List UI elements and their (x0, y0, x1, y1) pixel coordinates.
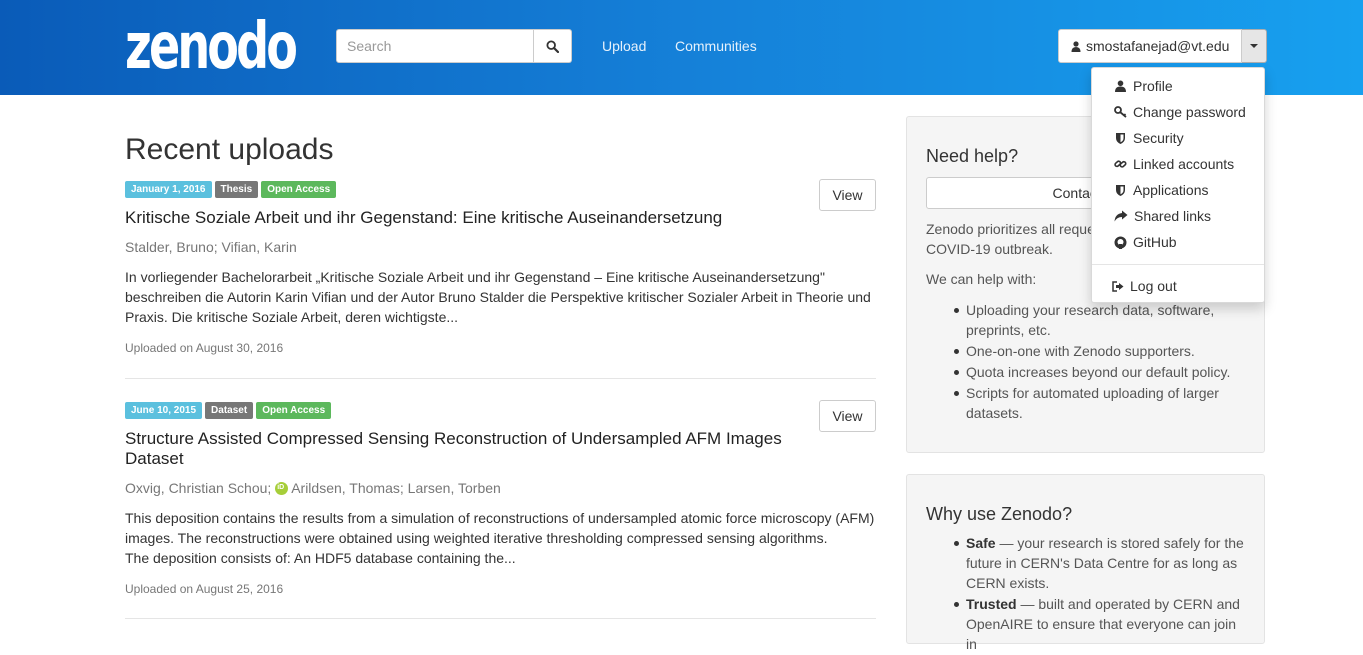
search-input[interactable] (336, 29, 534, 63)
menu-item-label: Profile (1133, 78, 1173, 94)
help-list-item: Scripts for automated uploading of large… (926, 383, 1246, 423)
record-labels: January 1, 2016 Thesis Open Access (125, 181, 876, 198)
user-icon (1071, 40, 1081, 52)
why-zenodo-panel: Why use Zenodo? Safe — your research is … (906, 474, 1265, 652)
user-menu: smostafanejad@vt.edu (1058, 29, 1268, 63)
nav-upload-link[interactable]: Upload (602, 38, 646, 54)
author-link[interactable]: Larsen, Torben (408, 480, 501, 496)
menu-item-change-password[interactable]: Change password (1092, 99, 1264, 125)
svg-text:zenodo: zenodo (125, 12, 296, 72)
user-account-button[interactable]: smostafanejad@vt.edu (1058, 29, 1243, 63)
author-link[interactable]: Oxvig, Christian Schou (125, 480, 267, 496)
sign-out-icon (1112, 280, 1124, 292)
menu-divider (1092, 264, 1264, 265)
view-button[interactable]: View (819, 400, 876, 432)
access-badge[interactable]: Open Access (256, 402, 332, 419)
record-authors: Oxvig, Christian Schou; Arildsen, Thomas… (125, 480, 501, 496)
menu-item-label: GitHub (1133, 234, 1177, 250)
type-badge[interactable]: Dataset (205, 402, 254, 419)
search-button[interactable] (534, 29, 572, 63)
menu-item-label: Change password (1133, 104, 1246, 120)
menu-item-label: Security (1133, 130, 1184, 146)
record-description: In vorliegender Bachelorarbeit „Kritisch… (125, 269, 871, 325)
github-icon (1114, 236, 1127, 249)
caret-down-icon (1250, 44, 1259, 48)
record-description: This deposition contains the results fro… (125, 508, 876, 568)
user-icon (1115, 80, 1126, 92)
type-badge[interactable]: Thesis (214, 181, 259, 198)
why-list: Safe — your research is stored safely fo… (926, 533, 1246, 655)
record-item: January 1, 2016 Thesis Open Access View … (125, 179, 876, 355)
menu-item-linked-accounts[interactable]: Linked accounts (1092, 151, 1264, 177)
date-badge[interactable]: June 10, 2015 (125, 402, 203, 419)
shield-icon (1116, 133, 1125, 144)
why-list-item: Trusted — built and operated by CERN and… (926, 594, 1246, 654)
page-title: Recent uploads (125, 133, 334, 166)
user-menu-toggle[interactable] (1242, 29, 1268, 63)
orcid-icon[interactable] (275, 482, 289, 495)
author-link[interactable]: Arildsen, Thomas (291, 480, 400, 496)
help-list-item: One-on-one with Zenodo supporters. (926, 341, 1246, 361)
menu-item-applications[interactable]: Applications (1092, 177, 1264, 203)
record-labels: June 10, 2015 Dataset Open Access (125, 402, 876, 419)
menu-item-label: Applications (1133, 182, 1209, 198)
link-icon (1114, 160, 1127, 168)
access-badge[interactable]: Open Access (261, 181, 337, 198)
shield-icon (1116, 185, 1125, 196)
why-item-heading: Safe (966, 535, 996, 551)
menu-item-profile[interactable]: Profile (1092, 73, 1264, 99)
record-upload-date: Uploaded on August 30, 2016 (125, 341, 284, 355)
record-divider (125, 378, 876, 379)
menu-item-label: Linked accounts (1133, 156, 1235, 172)
menu-item-security[interactable]: Security (1092, 125, 1264, 151)
help-list: Uploading your research data, software, … (926, 300, 1246, 424)
help-list-item: Quota increases beyond our default polic… (926, 362, 1246, 382)
nav-communities-link[interactable]: Communities (675, 38, 757, 54)
menu-item-github[interactable]: GitHub (1092, 229, 1264, 255)
record-divider (125, 618, 876, 619)
why-title: Why use Zenodo? (926, 504, 1073, 524)
search-bar (336, 29, 572, 63)
menu-item-shared-links[interactable]: Shared links (1092, 203, 1264, 229)
description-text: The deposition consists of: An HDF5 data… (125, 550, 516, 566)
why-item-heading: Trusted (966, 596, 1017, 612)
view-button[interactable]: View (819, 179, 876, 211)
why-list-item: Safe — your research is stored safely fo… (926, 533, 1246, 593)
record-authors[interactable]: Stalder, Bruno; Vifian, Karin (125, 239, 297, 255)
record-item: June 10, 2015 Dataset Open Access View S… (125, 400, 876, 596)
why-item-text: — your research is stored safely for the… (966, 535, 1244, 591)
menu-item-label: Log out (1130, 278, 1177, 294)
zenodo-logo[interactable]: zenodo (125, 10, 300, 84)
date-badge[interactable]: January 1, 2016 (125, 181, 212, 198)
menu-item-logout[interactable]: Log out (1092, 273, 1264, 299)
record-title[interactable]: Structure Assisted Compressed Sensing Re… (125, 429, 785, 469)
share-icon (1114, 210, 1128, 222)
description-text: This deposition contains the results fro… (125, 510, 875, 546)
record-upload-date: Uploaded on August 25, 2016 (125, 582, 284, 596)
help-title: Need help? (926, 146, 1019, 166)
record-title[interactable]: Kritische Soziale Arbeit und ihr Gegenst… (125, 208, 785, 228)
user-email: smostafanejad@vt.edu (1086, 38, 1230, 54)
help-list-item: Uploading your research data, software, … (926, 300, 1246, 340)
menu-item-label: Shared links (1134, 208, 1212, 224)
key-icon (1114, 106, 1127, 118)
search-icon (546, 39, 559, 53)
user-dropdown-menu: Profile Change password Security Linked … (1091, 67, 1265, 303)
